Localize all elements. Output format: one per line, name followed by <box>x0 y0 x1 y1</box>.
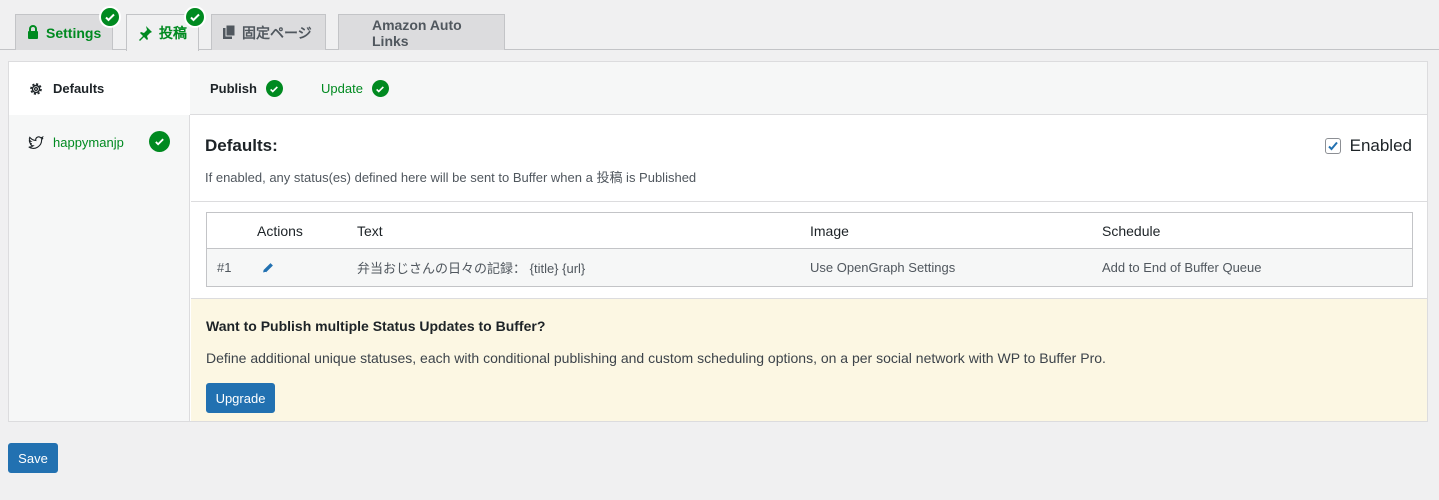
sidebar-item-defaults[interactable]: Defaults <box>9 62 191 115</box>
pin-icon <box>137 25 153 41</box>
header-actions: Actions <box>257 222 303 239</box>
enabled-label: Enabled <box>1349 136 1412 155</box>
publish-check-icon <box>265 80 283 97</box>
sidebar-item-account[interactable]: happymanjp <box>9 116 190 169</box>
tab-posts-label: 投稿 <box>159 25 187 41</box>
row-schedule: Add to End of Buffer Queue <box>1102 260 1262 275</box>
subtab-update-label: Update <box>321 81 363 96</box>
table-header: Actions Text Image Schedule <box>207 213 1412 249</box>
row-image: Use OpenGraph Settings <box>810 260 956 275</box>
pencil-icon <box>261 261 275 275</box>
subtab-update[interactable]: Update <box>321 62 389 115</box>
tab-amazon-auto-links[interactable]: Amazon Auto Links <box>338 14 505 50</box>
upgrade-button[interactable]: Upgrade <box>206 383 275 413</box>
divider <box>191 201 1427 202</box>
subtab-publish-label: Publish <box>210 81 257 96</box>
tab-pages-label: 固定ページ <box>242 24 312 41</box>
lock-icon <box>26 25 40 40</box>
plugin-nav-tabs: Settings 投稿 固定ページ Amazon Auto Links <box>0 0 1439 51</box>
header-image: Image <box>810 222 849 239</box>
enabled-checkbox[interactable] <box>1324 138 1341 154</box>
header-text: Text <box>357 222 383 239</box>
save-button[interactable]: Save <box>8 443 58 473</box>
row-text: 弁当おじさんの日々の記録： {title} {url} <box>357 261 586 276</box>
update-check-icon <box>371 80 389 97</box>
account-check-icon <box>149 131 170 152</box>
pages-icon <box>222 25 236 40</box>
profiles-sidebar: Defaults happymanjp <box>9 62 191 421</box>
settings-verified-check-icon <box>99 6 121 28</box>
tab-amazon-label: Amazon Auto Links <box>372 16 462 49</box>
action-subtabs: Publish Update <box>190 62 1427 115</box>
table-row: #1 弁当おじさんの日々の記録： {title} {url} Use OpenG… <box>207 249 1412 286</box>
edit-status-button[interactable] <box>257 249 275 286</box>
upsell-body: Define additional unique statuses, each … <box>206 350 1106 366</box>
statuses-table: Actions Text Image Schedule #1 弁当おじさんの日々… <box>206 212 1413 287</box>
tab-pages[interactable]: 固定ページ <box>211 14 326 50</box>
header-schedule: Schedule <box>1102 222 1161 239</box>
row-number: #1 <box>217 260 232 275</box>
tab-settings-label: Settings <box>46 24 102 41</box>
subtab-publish[interactable]: Publish <box>210 62 283 115</box>
sidebar-defaults-label: Defaults <box>53 81 105 96</box>
enabled-toggle[interactable]: Enabled <box>1324 136 1412 156</box>
section-heading: Defaults: <box>205 136 278 155</box>
pro-upsell-notice: Want to Publish multiple Status Updates … <box>191 298 1427 421</box>
publish-content: Defaults: Enabled If enabled, any status… <box>191 116 1427 421</box>
section-description: If enabled, any status(es) defined here … <box>205 170 697 185</box>
gear-icon <box>28 81 44 97</box>
upsell-title: Want to Publish multiple Status Updates … <box>206 318 546 334</box>
twitter-icon <box>28 135 44 150</box>
sidebar-account-label: happymanjp <box>53 135 124 150</box>
settings-panel: Defaults happymanjp Publish Update Defau… <box>8 61 1428 422</box>
posts-verified-check-icon <box>184 6 206 28</box>
